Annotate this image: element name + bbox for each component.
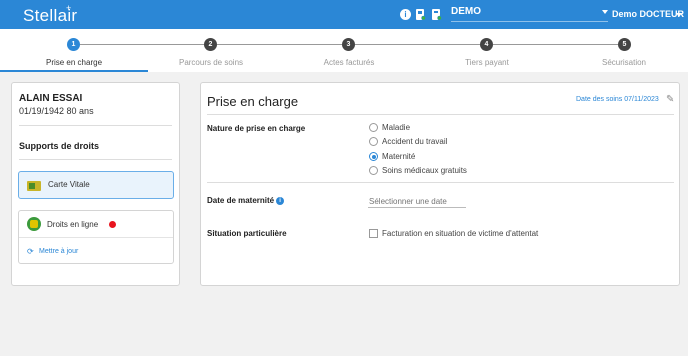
carte-vitale-icon [27, 181, 41, 191]
active-step-underline [0, 70, 148, 72]
step-5-label[interactable]: Sécurisation [602, 58, 646, 67]
radio-button[interactable] [369, 137, 378, 146]
date-maternite-label-text: Date de maternité [207, 196, 275, 205]
patient-panel: ALAIN ESSAI 01/19/1942 80 ans Supports d… [11, 82, 180, 286]
step-2-label[interactable]: Parcours de soins [179, 58, 243, 67]
radio-label: Maternité [382, 152, 416, 161]
droits-en-ligne-label: Droits en ligne [47, 220, 99, 229]
radio-label: Maladie [382, 123, 411, 132]
environment-select-value: DEMO [451, 6, 481, 17]
edit-pencil-icon[interactable]: ✎ [666, 94, 674, 105]
date-maternite-label: Date de maternité i [207, 196, 285, 205]
radio-label: Accident du travail [382, 137, 448, 146]
nature-label: Nature de prise en charge [207, 124, 306, 133]
droits-en-ligne-icon [27, 217, 41, 231]
environment-select[interactable]: DEMO [451, 6, 608, 22]
date-maternite-input[interactable] [368, 195, 466, 208]
droits-en-ligne-card: Droits en ligne ⟳ Mettre à jour [18, 210, 174, 264]
user-menu[interactable]: Demo DOCTEUR [612, 9, 684, 19]
patient-dob-age: 01/19/1942 80 ans [19, 106, 94, 116]
step-connector [217, 44, 342, 45]
date-des-soins[interactable]: Date des soins 07/11/2023 [576, 96, 659, 103]
step-1-circle[interactable]: 1 [67, 38, 80, 51]
step-3-circle[interactable]: 3 [342, 38, 355, 51]
step-4-circle[interactable]: 4 [480, 38, 493, 51]
carte-vitale-label: Carte Vitale [48, 180, 90, 189]
step-connector [355, 44, 480, 45]
chevron-down-icon [602, 10, 608, 14]
info-icon[interactable]: i [400, 9, 411, 20]
refresh-icon: ⟳ [27, 247, 34, 256]
attentat-checkbox-label[interactable]: Facturation en situation de victime d'at… [382, 229, 538, 238]
top-bar: Stellair + i DEMO Demo DOCTEUR [0, 0, 688, 29]
divider [207, 114, 674, 115]
prise-en-charge-panel: Prise en charge Date des soins 07/11/202… [200, 82, 680, 286]
situation-label: Situation particulière [207, 229, 287, 238]
step-5-circle[interactable]: 5 [618, 38, 631, 51]
step-connector [493, 44, 618, 45]
status-indicator-dot [109, 221, 116, 228]
step-connector [80, 44, 204, 45]
radio-button-selected[interactable] [369, 152, 378, 161]
supports-title: Supports de droits [19, 141, 100, 151]
divider [19, 159, 172, 160]
divider [19, 125, 172, 126]
patient-name: ALAIN ESSAI [19, 93, 83, 104]
info-icon[interactable]: i [276, 196, 285, 205]
carte-vitale-button[interactable]: Carte Vitale [18, 171, 174, 199]
droits-en-ligne-button[interactable]: Droits en ligne [19, 211, 173, 238]
divider [207, 182, 674, 183]
attentat-checkbox[interactable] [369, 229, 378, 238]
mettre-a-jour-label: Mettre à jour [39, 248, 79, 255]
radio-button[interactable] [369, 123, 378, 132]
radio-label: Soins médicaux gratuits [382, 166, 467, 175]
step-1-label[interactable]: Prise en charge [46, 58, 102, 67]
logo-star-icon: + [66, 3, 72, 13]
radio-button[interactable] [369, 166, 378, 175]
card-reader-icon[interactable] [415, 8, 426, 21]
panel-title: Prise en charge [207, 94, 299, 109]
step-4-label[interactable]: Tiers payant [465, 58, 509, 67]
user-chevron-down-icon[interactable] [676, 13, 682, 17]
step-3-label[interactable]: Actes facturés [324, 58, 375, 67]
step-2-circle[interactable]: 2 [204, 38, 217, 51]
device-status-icon[interactable] [431, 8, 442, 21]
stepper: 1 2 3 4 5 Prise en charge Parcours de so… [0, 29, 688, 72]
